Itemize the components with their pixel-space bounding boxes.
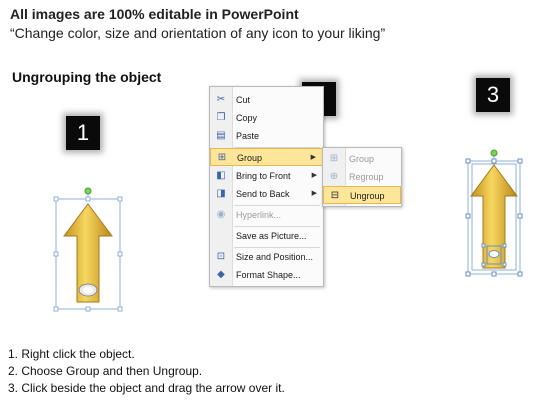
step-badge-1: 1 — [66, 116, 100, 150]
instruction-step: 2. Choose Group and then Ungroup. — [8, 364, 203, 378]
menu-item-bring-to-front[interactable]: ◧ Bring to Front ▶ — [210, 167, 323, 185]
copy-icon: ❐ — [216, 112, 226, 123]
chevron-right-icon: ▶ — [310, 154, 316, 161]
group-icon: ⊞ — [217, 152, 227, 163]
section-title: Ungrouping the object — [12, 69, 162, 85]
bring-to-front-icon: ◧ — [216, 170, 226, 181]
scissors-icon: ✂ — [216, 94, 226, 105]
menu-item-cut[interactable]: ✂ Cut — [210, 91, 323, 109]
menu-item-group[interactable]: ⊞ Group ▶ — [210, 148, 323, 166]
menu-item-copy[interactable]: ❐ Copy — [210, 109, 323, 127]
menu-item-save-as-picture[interactable]: Save as Picture... — [210, 227, 323, 245]
menu-item-format-shape[interactable]: ◆ Format Shape... — [210, 266, 323, 284]
page-title: All images are 100% editable in PowerPoi… — [10, 6, 299, 22]
step-badge-3: 3 — [476, 78, 510, 112]
menu-item-size-position[interactable]: ⊡ Size and Position... — [210, 248, 323, 266]
context-menu: ✂ Cut ❐ Copy ▤ Paste ⊞ Group ▶ ◧ Bring t… — [209, 86, 324, 287]
chevron-right-icon: ▶ — [311, 190, 317, 197]
paste-icon: ▤ — [216, 130, 226, 141]
ungroup-icon: ⊟ — [330, 190, 340, 201]
instruction-step: 3. Click beside the object and drag the … — [8, 381, 285, 395]
format-shape-icon: ◆ — [217, 269, 225, 280]
send-to-back-icon: ◨ — [216, 188, 226, 199]
rotate-handle[interactable] — [490, 149, 498, 157]
submenu-item-group[interactable]: ⊞ Group — [323, 150, 401, 168]
submenu-item-regroup[interactable]: ⊕ Regroup — [323, 168, 401, 186]
submenu-item-ungroup[interactable]: ⊟ Ungroup — [323, 186, 401, 204]
instructions-list: 1. Right click the object. 2. Choose Gro… — [8, 346, 285, 397]
menu-item-send-to-back[interactable]: ◨ Send to Back ▶ — [210, 185, 323, 203]
size-position-icon: ⊡ — [216, 251, 226, 262]
arrow-object-3[interactable] — [462, 148, 526, 280]
instruction-step: 1. Right click the object. — [8, 347, 135, 361]
rotate-handle[interactable] — [84, 187, 92, 195]
page-subtitle: “Change color, size and orientation of a… — [10, 25, 386, 41]
menu-item-paste[interactable]: ▤ Paste — [210, 127, 323, 145]
group-icon: ⊞ — [329, 153, 339, 164]
chevron-right-icon: ▶ — [311, 172, 317, 179]
arrow-circle — [488, 250, 500, 258]
hyperlink-icon: ◉ — [216, 209, 226, 220]
regroup-icon: ⊕ — [329, 171, 339, 182]
group-submenu: ⊞ Group ⊕ Regroup ⊟ Ungroup — [322, 147, 402, 207]
menu-item-hyperlink[interactable]: ◉ Hyperlink... — [210, 206, 323, 224]
arrow-object-1[interactable] — [50, 186, 126, 312]
